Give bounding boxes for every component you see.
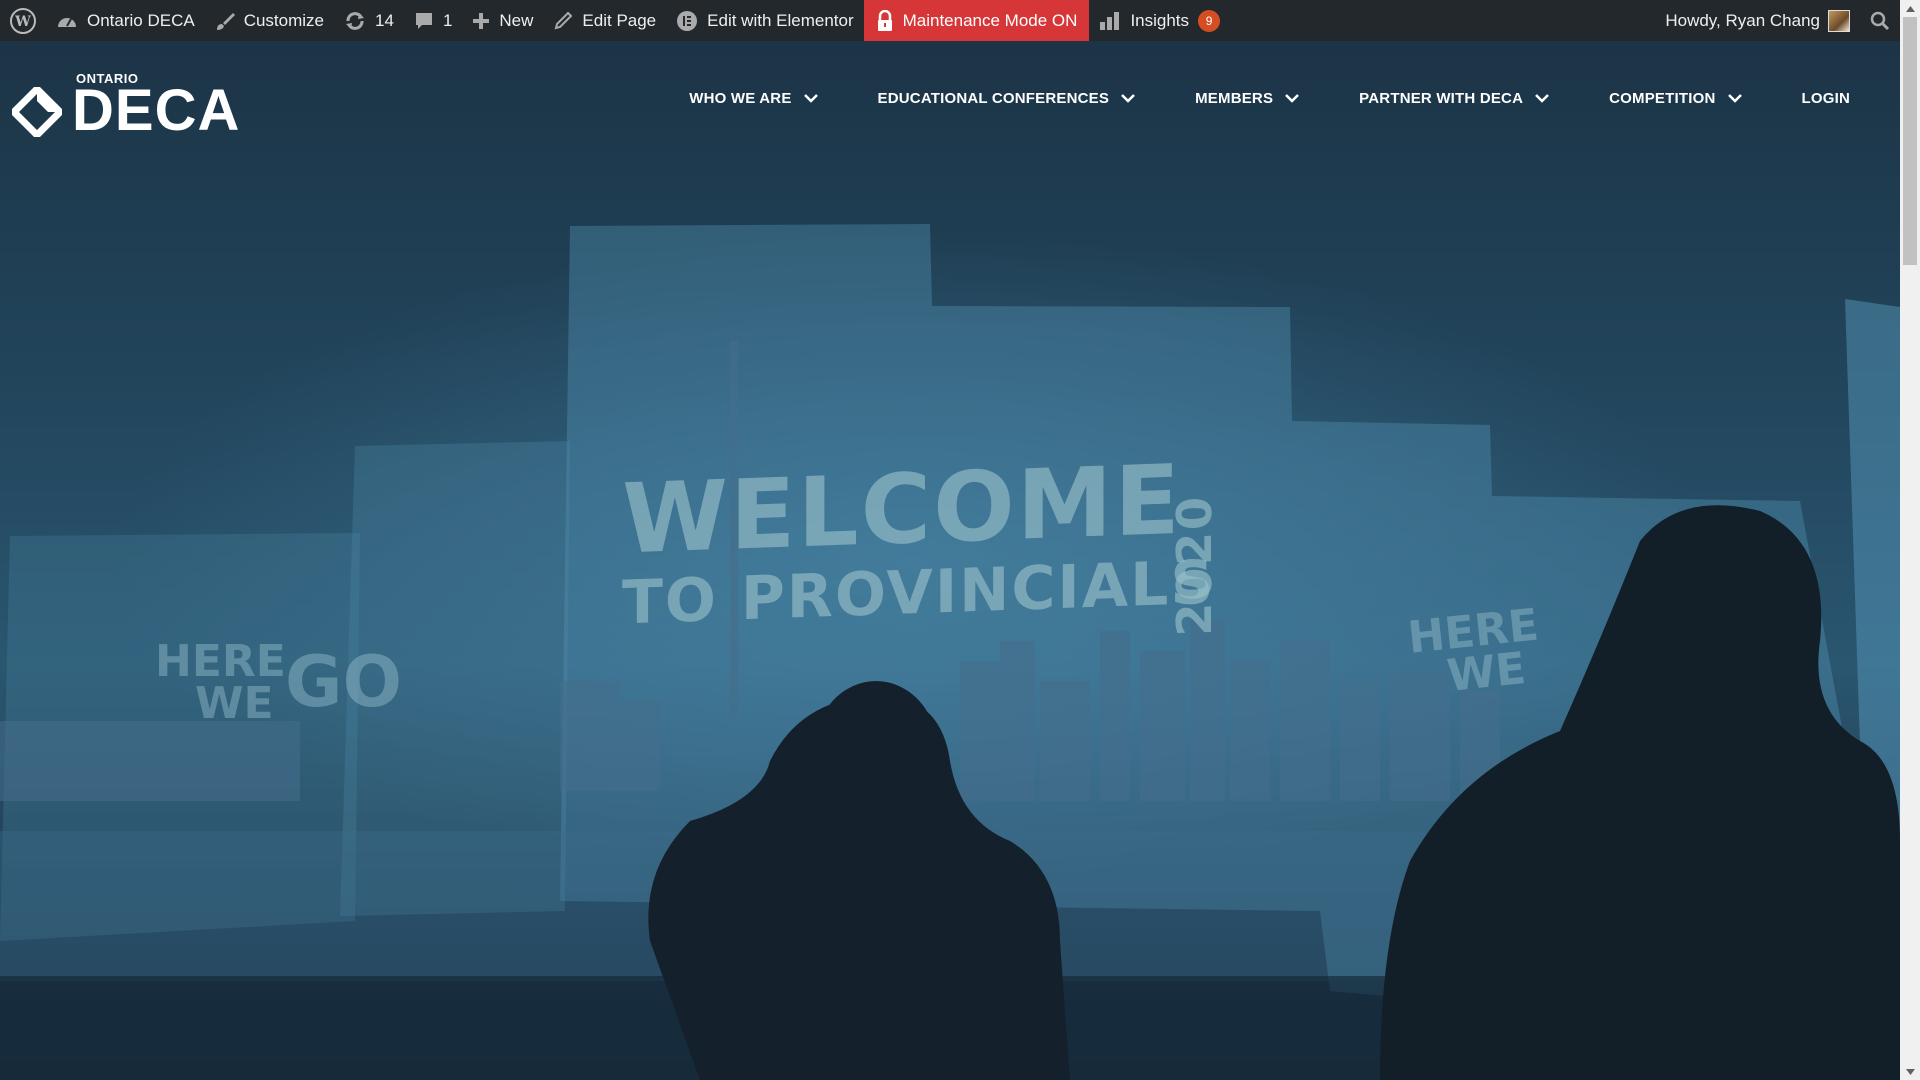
insights-button[interactable]: Insights 9 (1089, 0, 1230, 41)
scroll-thumb[interactable] (1903, 17, 1917, 265)
main-navigation: WHO WE ARE EDUCATIONAL CONFERENCES MEMBE… (629, 90, 1850, 107)
nav-who-we-are-label: WHO WE ARE (689, 90, 792, 107)
welcome-sign: WELCOME TO PROVINCIALS 2020 (622, 444, 1223, 640)
maintenance-mode-button[interactable]: Maintenance Mode ON (863, 0, 1090, 41)
chevron-down-icon (1121, 94, 1135, 103)
insights-label: Insights (1130, 10, 1190, 30)
hwg-left-line-2: WE (195, 678, 274, 729)
site-name-button[interactable]: Ontario DECA (46, 0, 205, 41)
scroll-down-arrow-icon[interactable] (1900, 1063, 1920, 1080)
welcome-year: 2020 (1167, 493, 1223, 638)
plus-icon (472, 12, 490, 30)
chevron-down-icon (1535, 94, 1550, 103)
brush-icon (215, 11, 235, 31)
nav-competition-label: COMPETITION (1609, 90, 1716, 107)
hwg-left-go: GO (285, 641, 402, 723)
nav-login[interactable]: LOGIN (1802, 90, 1851, 107)
bar-chart-icon (1099, 11, 1121, 31)
scroll-up-arrow-icon[interactable] (1900, 0, 1920, 17)
chevron-down-icon (803, 94, 818, 103)
nav-partner-with-deca[interactable]: PARTNER WITH DECA (1359, 90, 1550, 107)
elementor-icon (676, 10, 698, 32)
site-name-label: Ontario DECA (87, 10, 195, 30)
chevron-down-icon (1285, 94, 1300, 103)
customize-button[interactable]: Customize (205, 0, 334, 41)
maintenance-label: Maintenance Mode ON (902, 10, 1078, 30)
deca-diamond-icon (12, 87, 62, 137)
edit-elementor-button[interactable]: Edit with Elementor (666, 0, 863, 41)
admin-search-button[interactable] (1860, 0, 1900, 41)
new-content-button[interactable]: New (462, 0, 543, 41)
wordpress-logo-button[interactable]: W (0, 0, 46, 41)
here-we-go-left: HERE WE GO (155, 636, 402, 729)
avatar (1828, 9, 1850, 32)
nav-members[interactable]: MEMBERS (1195, 90, 1300, 107)
site-logo[interactable]: ONTARIO DECA (12, 72, 241, 143)
updates-icon (344, 11, 366, 31)
greeting-label: Howdy, Ryan Chang (1665, 10, 1820, 30)
nav-who-we-are[interactable]: WHO WE ARE (689, 90, 818, 107)
nav-conferences-label: EDUCATIONAL CONFERENCES (877, 90, 1110, 107)
my-account-button[interactable]: Howdy, Ryan Chang (1655, 0, 1860, 41)
nav-login-label: LOGIN (1801, 90, 1850, 107)
hero-banner: WELCOME TO PROVINCIALS 2020 HERE WE GO H… (0, 41, 1900, 1080)
search-icon (1870, 11, 1890, 31)
logo-deca-text: DECA (72, 78, 241, 143)
edit-page-label: Edit Page (582, 10, 657, 30)
comments-button[interactable]: 1 (404, 0, 462, 41)
dashboard-icon (56, 12, 78, 30)
edit-page-button[interactable]: Edit Page (543, 0, 666, 41)
hwg-left-line-1: HERE (155, 636, 286, 687)
admin-bar: W Ontario DECA Customize 14 1 New Edit P… (0, 0, 1900, 41)
new-label: New (499, 10, 534, 30)
pencil-icon (553, 11, 573, 31)
comment-icon (414, 11, 434, 31)
wordpress-icon: W (10, 7, 36, 34)
edit-elementor-label: Edit with Elementor (707, 10, 854, 30)
updates-button[interactable]: 14 (334, 0, 404, 41)
nav-competition[interactable]: COMPETITION (1609, 90, 1742, 107)
page-scrollbar[interactable] (1900, 0, 1920, 1080)
comments-count: 1 (442, 10, 453, 30)
chevron-down-icon (1727, 94, 1742, 103)
nav-partner-label: PARTNER WITH DECA (1359, 90, 1524, 107)
updates-count: 14 (375, 10, 394, 30)
lock-icon (876, 9, 894, 32)
nav-members-label: MEMBERS (1195, 90, 1274, 107)
nav-educational-conferences[interactable]: EDUCATIONAL CONFERENCES (878, 90, 1136, 107)
here-we-go-right: HERE WE (1405, 599, 1545, 702)
customize-label: Customize (243, 10, 325, 30)
insights-badge: 9 (1198, 9, 1221, 32)
svg-text:W: W (14, 14, 31, 30)
